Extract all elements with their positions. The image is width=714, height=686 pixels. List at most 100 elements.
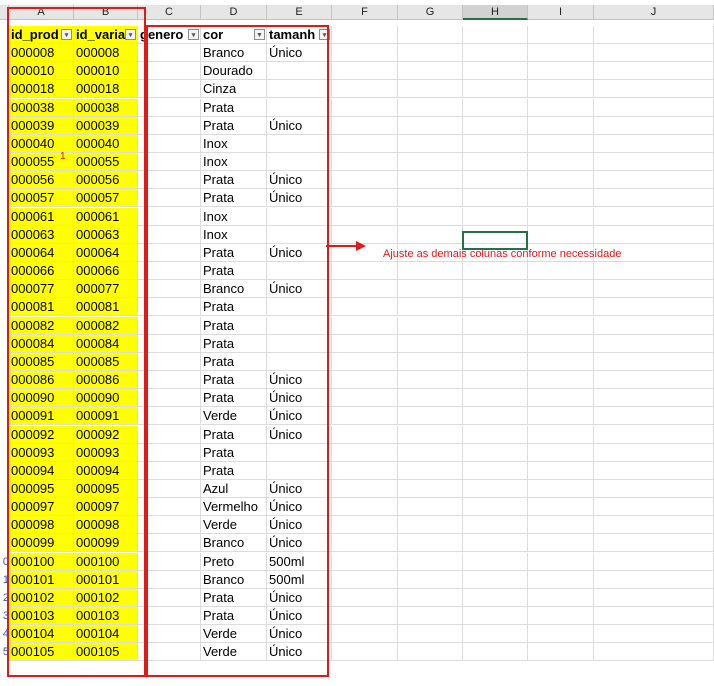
cell-a[interactable]: 000056 [9,171,74,189]
empty-cell[interactable] [332,607,398,625]
empty-cell[interactable] [463,189,528,207]
header-cell-a[interactable]: id_prod ▾ [9,26,74,44]
cell-b[interactable]: 000018 [74,80,138,98]
row-number[interactable] [0,534,9,552]
empty-cell[interactable] [528,153,594,171]
row-number[interactable] [0,262,9,280]
empty-cell[interactable] [332,444,398,462]
cell-e[interactable]: Único [267,280,332,298]
cell-e[interactable]: Único [267,407,332,425]
cell-d[interactable]: Branco [201,534,267,552]
empty-cell[interactable] [594,153,714,171]
empty-cell[interactable] [528,117,594,135]
cell-b[interactable]: 000038 [74,99,138,117]
cell-a[interactable]: 000094 [9,462,74,480]
empty-cell[interactable] [332,117,398,135]
select-all-corner[interactable] [0,5,9,20]
cell-a[interactable]: 000086 [9,371,74,389]
column-header-h[interactable]: H [463,5,528,20]
empty-cell[interactable] [398,226,463,244]
cell-b[interactable]: 000040 [74,135,138,153]
empty-cell[interactable] [398,444,463,462]
cell-e[interactable] [267,353,332,371]
cell-d[interactable]: Prata [201,262,267,280]
cell-a[interactable]: 000102 [9,589,74,607]
empty-cell[interactable] [463,44,528,62]
cell-a[interactable]: 000104 [9,625,74,643]
cell-c[interactable] [138,353,201,371]
empty-cell[interactable] [398,26,463,44]
empty-cell[interactable] [398,426,463,444]
cell-e[interactable]: Único [267,643,332,661]
empty-cell[interactable] [594,335,714,353]
empty-cell[interactable] [398,99,463,117]
cell-c[interactable] [138,462,201,480]
cell-d[interactable]: Verde [201,407,267,425]
empty-cell[interactable] [594,407,714,425]
cell-c[interactable] [138,298,201,316]
cell-c[interactable] [138,534,201,552]
empty-cell[interactable] [528,607,594,625]
empty-cell[interactable] [332,135,398,153]
row-number[interactable] [0,153,9,171]
cell-a[interactable]: 000092 [9,426,74,444]
row-number[interactable] [0,135,9,153]
cell-d[interactable]: Prata [201,353,267,371]
empty-cell[interactable] [528,571,594,589]
empty-cell[interactable] [463,280,528,298]
cell-d[interactable]: Prata [201,335,267,353]
cell-b[interactable]: 000039 [74,117,138,135]
cell-d[interactable]: Verde [201,516,267,534]
cell-b[interactable]: 000105 [74,643,138,661]
row-number[interactable] [0,62,9,80]
empty-cell[interactable] [594,516,714,534]
empty-cell[interactable] [332,353,398,371]
cell-e[interactable]: Único [267,371,332,389]
empty-cell[interactable] [398,607,463,625]
empty-cell[interactable] [528,80,594,98]
empty-cell[interactable] [332,426,398,444]
dropdown-icon[interactable]: ▾ [319,29,330,40]
cell-b[interactable]: 000095 [74,480,138,498]
empty-cell[interactable] [594,625,714,643]
cell-d[interactable]: Prata [201,426,267,444]
column-header-a[interactable]: A [9,5,74,20]
cell-b[interactable]: 000082 [74,317,138,335]
cell-b[interactable]: 000081 [74,298,138,316]
empty-cell[interactable] [463,480,528,498]
empty-cell[interactable] [332,80,398,98]
cell-d[interactable]: Preto [201,553,267,571]
row-number[interactable] [0,407,9,425]
empty-cell[interactable] [528,353,594,371]
empty-cell[interactable] [528,643,594,661]
empty-cell[interactable] [594,353,714,371]
empty-cell[interactable] [398,189,463,207]
cell-e[interactable]: Único [267,44,332,62]
empty-cell[interactable] [398,117,463,135]
cell-d[interactable]: Branco [201,571,267,589]
row-number[interactable] [0,117,9,135]
cell-c[interactable] [138,153,201,171]
row-number[interactable] [0,426,9,444]
empty-cell[interactable] [594,44,714,62]
cell-c[interactable] [138,625,201,643]
empty-cell[interactable] [528,426,594,444]
cell-e[interactable]: Único [267,189,332,207]
cell-e[interactable] [267,62,332,80]
cell-c[interactable] [138,80,201,98]
cell-d[interactable]: Prata [201,317,267,335]
cell-b[interactable]: 000008 [74,44,138,62]
empty-cell[interactable] [463,534,528,552]
cell-e[interactable]: Único [267,498,332,516]
cell-d[interactable]: Prata [201,371,267,389]
row-number[interactable] [0,480,9,498]
header-cell-c[interactable]: genero ▾ [138,26,201,44]
row-number[interactable] [0,298,9,316]
row-number[interactable]: 1 [0,571,9,589]
empty-cell[interactable] [594,135,714,153]
empty-cell[interactable] [594,426,714,444]
column-header-f[interactable]: F [332,5,398,20]
cell-c[interactable] [138,135,201,153]
cell-e[interactable] [267,99,332,117]
empty-cell[interactable] [332,516,398,534]
